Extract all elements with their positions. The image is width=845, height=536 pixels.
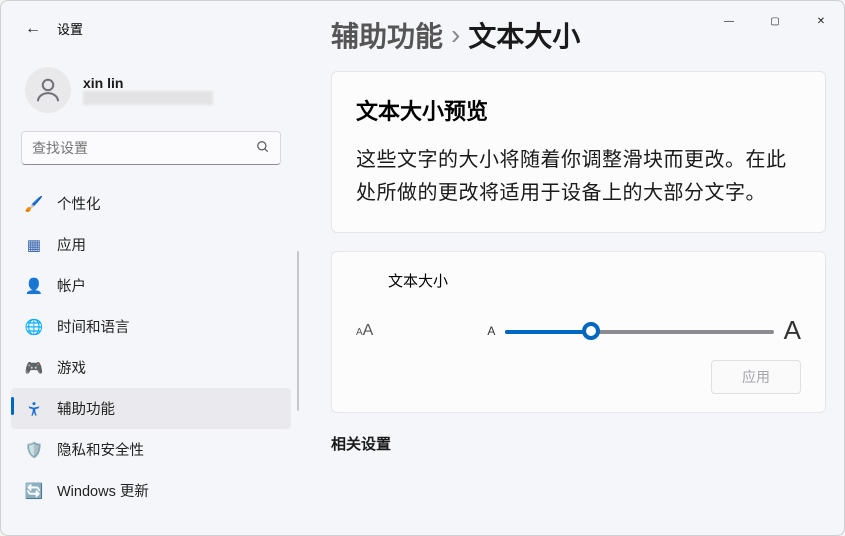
text-size-card: 文本大小 AA A A 应用 bbox=[331, 251, 826, 413]
header: ← 设置 bbox=[25, 19, 83, 38]
breadcrumb-parent[interactable]: 辅助功能 bbox=[331, 15, 443, 55]
search-box[interactable] bbox=[21, 131, 281, 165]
sidebar-item-accessibility[interactable]: 辅助功能 bbox=[11, 388, 291, 429]
related-settings-heading: 相关设置 bbox=[331, 431, 826, 454]
maximize-button[interactable]: ▢ bbox=[752, 5, 798, 37]
sidebar-item-label: 辅助功能 bbox=[57, 398, 115, 419]
update-icon: 🔄 bbox=[25, 482, 43, 500]
brush-icon: 🖌️ bbox=[25, 195, 43, 213]
scrollbar[interactable] bbox=[297, 251, 299, 411]
sidebar-item-accounts[interactable]: 👤 帐户 bbox=[11, 265, 291, 306]
user-block[interactable]: xin lin bbox=[11, 61, 291, 131]
apps-icon: ▦ bbox=[25, 236, 43, 254]
preview-title: 文本大小预览 bbox=[356, 94, 801, 126]
slider-label: 文本大小 bbox=[388, 270, 801, 291]
user-name: xin lin bbox=[83, 75, 213, 91]
user-email-blur bbox=[83, 91, 213, 105]
sidebar-item-privacy[interactable]: 🛡️ 隐私和安全性 bbox=[11, 429, 291, 470]
window-controls: — ▢ ✕ bbox=[706, 1, 844, 41]
accessibility-icon bbox=[25, 400, 43, 418]
sidebar-item-gaming[interactable]: 🎮 游戏 bbox=[11, 347, 291, 388]
sidebar-item-label: 个性化 bbox=[57, 193, 101, 214]
sidebar-item-time-language[interactable]: 🌐 时间和语言 bbox=[11, 306, 291, 347]
sidebar-item-label: 隐私和安全性 bbox=[57, 439, 144, 460]
avatar bbox=[25, 67, 71, 113]
sidebar-item-label: 游戏 bbox=[57, 357, 86, 378]
app-title: 设置 bbox=[57, 19, 83, 38]
sidebar-item-personalization[interactable]: 🖌️ 个性化 bbox=[11, 183, 291, 224]
sidebar-item-apps[interactable]: ▦ 应用 bbox=[11, 224, 291, 265]
nav: 🖌️ 个性化 ▦ 应用 👤 帐户 🌐 时间和语言 🎮 游戏 bbox=[11, 183, 291, 511]
sidebar: xin lin 🖌️ 个性化 ▦ 应用 👤 帐户 bbox=[1, 61, 301, 535]
apply-button[interactable]: 应用 bbox=[711, 360, 801, 394]
close-button[interactable]: ✕ bbox=[798, 5, 844, 37]
slider-thumb[interactable] bbox=[582, 322, 600, 340]
minimize-button[interactable]: — bbox=[706, 5, 752, 37]
main-content: 文本大小预览 这些文字的大小将随着你调整滑块而更改。在此处所做的更改将适用于设备… bbox=[331, 71, 826, 535]
gamepad-icon: 🎮 bbox=[25, 359, 43, 377]
preview-body: 这些文字的大小将随着你调整滑块而更改。在此处所做的更改将适用于设备上的大部分文字… bbox=[356, 144, 801, 210]
search-icon bbox=[256, 140, 270, 157]
chevron-right-icon: › bbox=[451, 19, 460, 51]
sidebar-item-windows-update[interactable]: 🔄 Windows 更新 bbox=[11, 470, 291, 511]
shield-icon: 🛡️ bbox=[25, 441, 43, 459]
text-size-icon: AA bbox=[356, 322, 373, 340]
sidebar-item-label: 帐户 bbox=[57, 275, 86, 296]
slider-max-label: A bbox=[784, 315, 801, 346]
back-icon[interactable]: ← bbox=[25, 20, 41, 38]
slider-min-label: A bbox=[487, 324, 495, 338]
globe-icon: 🌐 bbox=[25, 318, 43, 336]
preview-card: 文本大小预览 这些文字的大小将随着你调整滑块而更改。在此处所做的更改将适用于设备… bbox=[331, 71, 826, 233]
search-input[interactable] bbox=[32, 140, 256, 156]
breadcrumb: 辅助功能 › 文本大小 bbox=[331, 15, 580, 55]
sidebar-item-label: 时间和语言 bbox=[57, 316, 130, 337]
person-icon: 👤 bbox=[25, 277, 43, 295]
sidebar-item-label: Windows 更新 bbox=[57, 480, 149, 501]
sidebar-item-label: 应用 bbox=[57, 234, 86, 255]
text-size-slider[interactable] bbox=[505, 322, 773, 340]
breadcrumb-current: 文本大小 bbox=[468, 15, 580, 55]
